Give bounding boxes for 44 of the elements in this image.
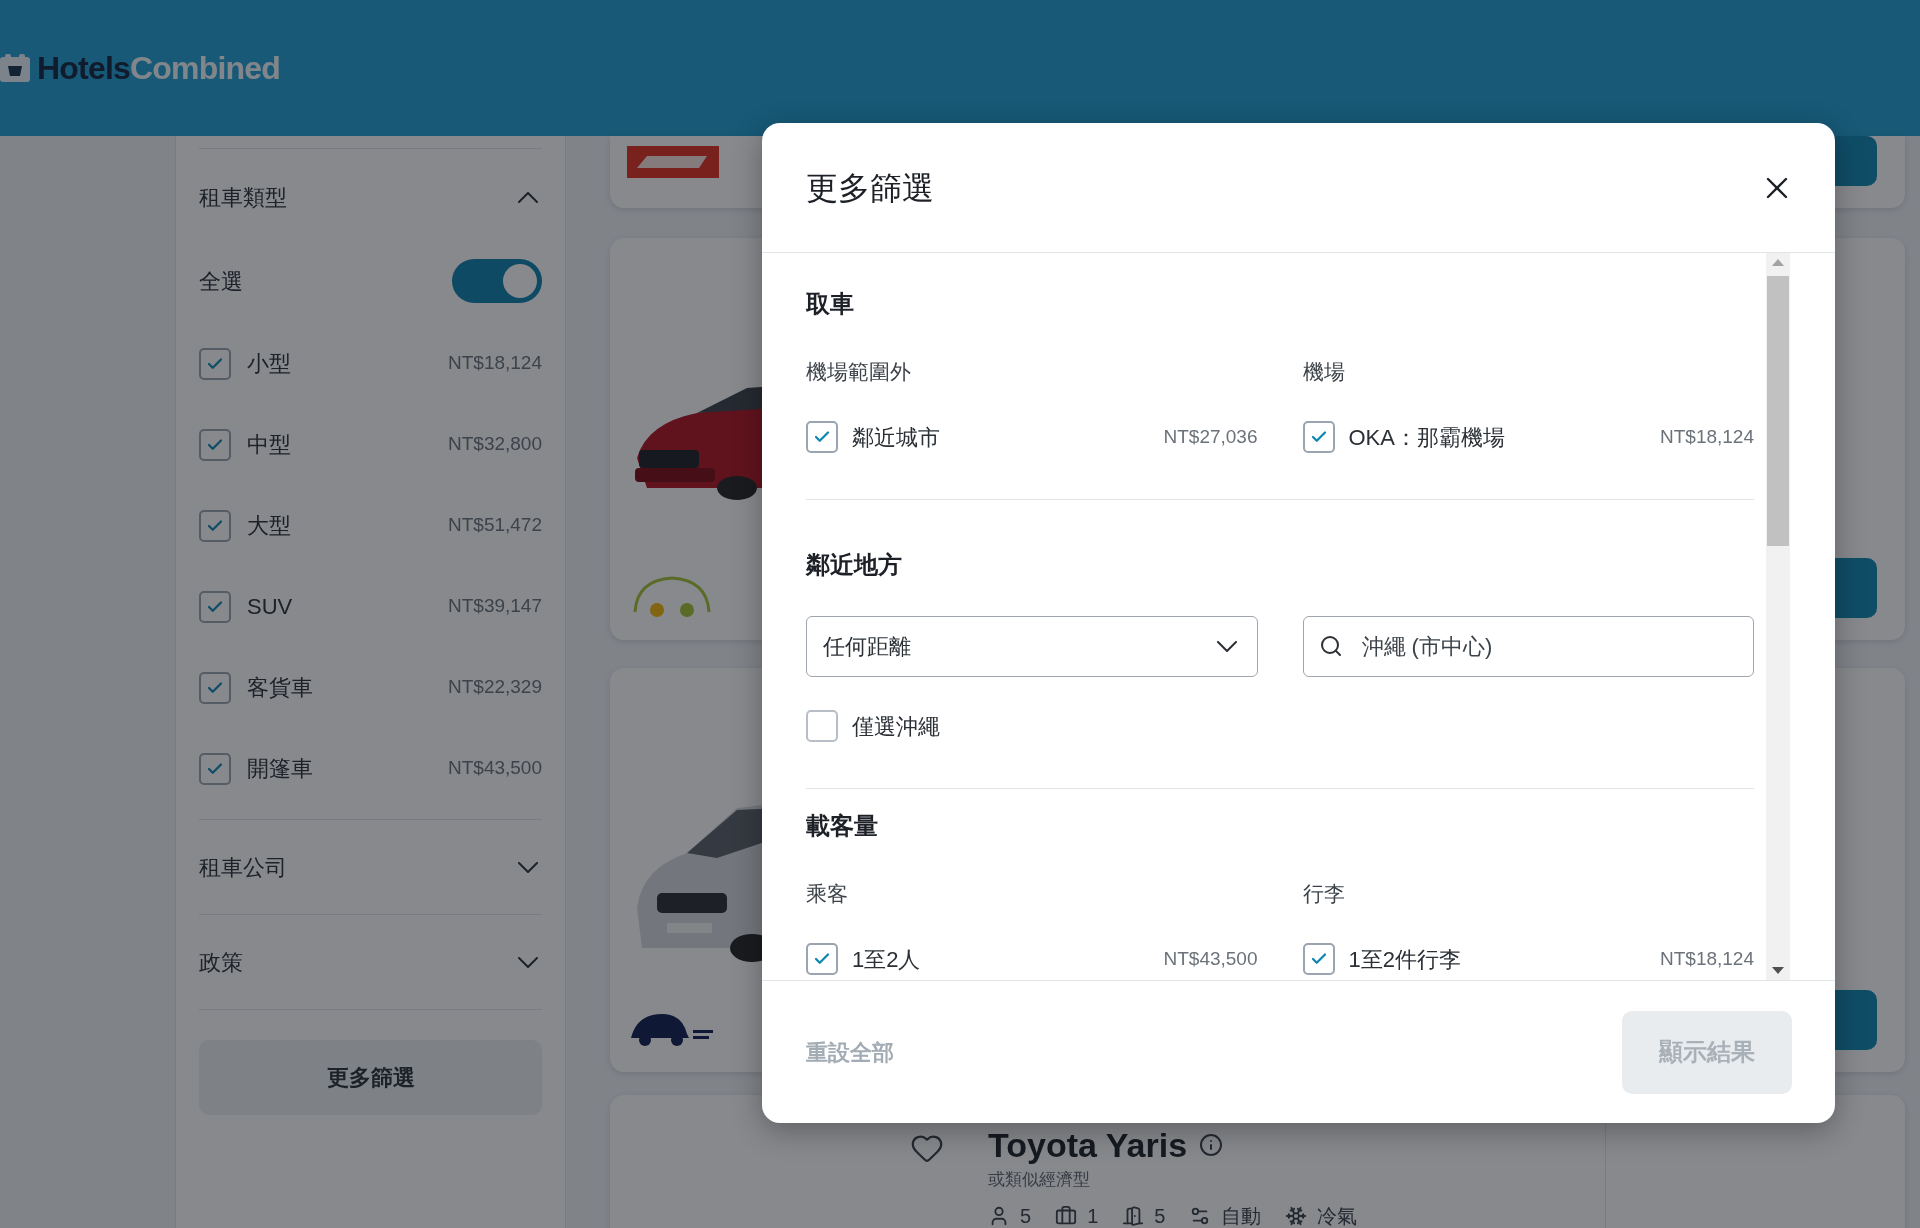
section-title: 鄰近地方	[806, 550, 903, 580]
car-subtitle: 或類似經濟型	[988, 1169, 1091, 1191]
option-price: NT$27,036	[1163, 424, 1258, 449]
group-label: 乘客	[806, 881, 849, 907]
group-label: 行李	[1302, 881, 1346, 907]
section-header[interactable]: 租車類型	[199, 149, 542, 246]
option-label: 1至2人	[852, 945, 921, 974]
option-label: SUV	[247, 593, 293, 621]
more-filters-button[interactable]: 更多篩選	[199, 1040, 542, 1115]
section-title: 載客量	[806, 811, 879, 841]
spec-label: 冷氣	[1317, 1203, 1358, 1228]
spec-label: 自動	[1221, 1203, 1262, 1228]
select-all-label: 全選	[199, 267, 243, 296]
option-price: NT$22,329	[448, 675, 542, 700]
option-price: NT$18,124	[1660, 946, 1754, 971]
option-price: NT$18,124	[448, 351, 542, 376]
dialog-title: 更多篩選	[806, 168, 934, 208]
option-label: 鄰近城市	[852, 423, 940, 452]
logo-text: HotelsCombined	[37, 49, 281, 88]
option-label: OKA：那霸機場	[1348, 423, 1505, 452]
group-label: 機場	[1302, 359, 1346, 385]
car-title: Toyota Yaris	[988, 1125, 1188, 1165]
option-price: NT$32,800	[448, 432, 542, 457]
option-label: 1至2件行李	[1348, 945, 1461, 974]
option-label: 小型	[247, 350, 291, 378]
distance-dropdown[interactable]: 任何距離	[806, 616, 1258, 677]
group-label: 機場範圍外	[806, 359, 912, 385]
section-title: 取車	[806, 289, 855, 319]
spec-label: 1	[1087, 1203, 1099, 1228]
option-label: 中型	[247, 431, 291, 459]
option-price: NT$39,147	[448, 594, 542, 619]
option-label: 開篷車	[247, 755, 313, 783]
section-header[interactable]: 租車公司	[199, 820, 542, 914]
spec-label: 5	[1154, 1203, 1166, 1228]
section-header[interactable]: 政策	[199, 915, 542, 1009]
option-price: NT$43,500	[448, 756, 542, 781]
option-price: NT$43,500	[1163, 946, 1258, 971]
option-price: NT$18,124	[1660, 424, 1754, 449]
option-label: 大型	[247, 512, 291, 540]
option-price: NT$51,472	[448, 513, 542, 538]
spec-label: 5	[1020, 1203, 1032, 1228]
location-search-field[interactable]: 沖繩 (市中心)	[1302, 616, 1754, 677]
option-label: 客貨車	[247, 674, 313, 702]
option-label: 僅選沖繩	[852, 712, 940, 741]
